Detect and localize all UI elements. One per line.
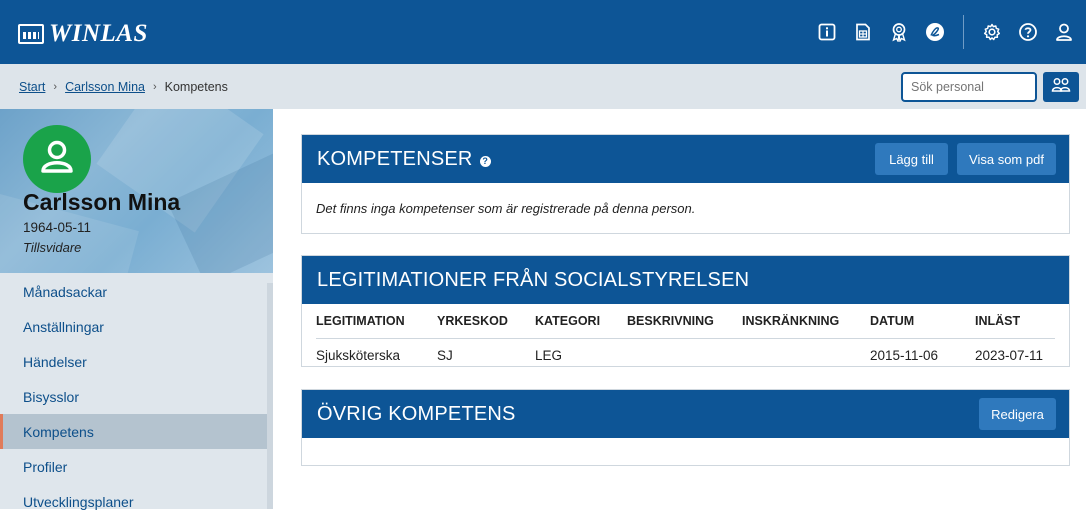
cell-inlast: 2023-07-11 [975, 347, 1044, 363]
people-group-icon [1051, 77, 1071, 98]
column-yrkeskod: YRKESKOD [437, 304, 535, 339]
sidebar-scrollbar[interactable] [267, 283, 273, 509]
sidebar-item-handelser[interactable]: Händelser [0, 344, 267, 379]
ovrig-kompetens-title: ÖVRIG KOMPETENS [317, 402, 516, 425]
top-bar: WINLAS [0, 0, 1086, 64]
cell-inskrankning [742, 338, 870, 372]
profile-birthdate: 1964-05-11 [23, 220, 92, 235]
help-question-icon[interactable]: ? [479, 155, 491, 167]
sidebar-item-manadsackar[interactable]: Månadsackar [0, 274, 267, 309]
info-icon[interactable] [817, 22, 837, 42]
ovrig-kompetens-panel: ÖVRIG KOMPETENS Redigera [301, 389, 1070, 466]
table-row: Sjuksköterska SJ LEG 2015-11-06 2023-07-… [316, 338, 1055, 372]
person-avatar-icon [37, 137, 77, 182]
cell-legitimation: Sjuksköterska [316, 347, 401, 363]
table-header-row: LEGITIMATION YRKESKOD KATEGORI BESKRIVNI… [316, 304, 1055, 339]
column-inlast: INLÄST [975, 304, 1055, 339]
legitimationer-header: LEGITIMATIONER FRÅN SOCIALSTYRELSEN [302, 256, 1069, 304]
breadcrumb-current: Kompetens [164, 80, 228, 94]
settings-gear-icon[interactable] [982, 22, 1002, 42]
breadcrumb-start[interactable]: Start [19, 80, 45, 94]
empty-kompetenser-message: Det finns inga kompetenser som är regist… [316, 201, 696, 216]
column-beskrivning: BESKRIVNING [627, 304, 742, 339]
cell-beskrivning [627, 338, 742, 372]
column-datum: DATUM [870, 304, 975, 339]
column-inskrankning: INSKRÄNKNING [742, 304, 870, 339]
cell-yrkeskod: SJ [437, 347, 453, 363]
sidebar-item-kompetens[interactable]: Kompetens [0, 414, 267, 449]
cell-datum: 2015-11-06 [870, 347, 939, 363]
sidebar-item-anstallningar[interactable]: Anställningar [0, 309, 267, 344]
logo-text: WINLAS [49, 20, 148, 47]
legitimationer-table: LEGITIMATION YRKESKOD KATEGORI BESKRIVNI… [316, 304, 1055, 372]
profile-employment-type: Tillsvidare [23, 240, 82, 255]
avatar [23, 125, 91, 193]
legitimationer-panel: LEGITIMATIONER FRÅN SOCIALSTYRELSEN LEGI… [301, 255, 1070, 367]
app-logo[interactable]: WINLAS [18, 20, 148, 48]
profile-card: Carlsson Mina 1964-05-11 Tillsvidare [0, 109, 273, 273]
calculator-icon[interactable] [853, 22, 873, 42]
toolbar-divider [963, 15, 964, 49]
sidebar: Carlsson Mina 1964-05-11 Tillsvidare Mån… [0, 109, 273, 510]
search-personal-input[interactable] [901, 72, 1037, 102]
column-kategori: KATEGORI [535, 304, 627, 339]
ovrig-kompetens-header: ÖVRIG KOMPETENS Redigera [302, 390, 1069, 438]
sidebar-item-bisysslor[interactable]: Bisysslor [0, 379, 267, 414]
breadcrumb-person[interactable]: Carlsson Mina [65, 80, 145, 94]
help-circle-icon[interactable] [1018, 22, 1038, 42]
logo-mark-icon [18, 24, 44, 44]
add-kompetens-button[interactable]: Lägg till [875, 143, 948, 175]
show-as-pdf-button[interactable]: Visa som pdf [957, 143, 1056, 175]
profile-name: Carlsson Mina [23, 189, 181, 215]
cell-kategori: LEG [535, 347, 563, 363]
person-search-button[interactable] [1043, 72, 1079, 102]
column-legitimation: LEGITIMATION [316, 304, 437, 339]
legitimationer-title: LEGITIMATIONER FRÅN SOCIALSTYRELSEN [317, 268, 750, 291]
breadcrumb-separator-icon: › [53, 81, 58, 93]
signature-icon[interactable] [925, 22, 945, 42]
top-icon-group [809, 0, 1086, 64]
sidebar-item-profiler[interactable]: Profiler [0, 449, 267, 484]
sidebar-item-utvecklingsplaner[interactable]: Utvecklingsplaner [0, 484, 267, 519]
kompetenser-header: KOMPETENSER ? Lägg till Visa som pdf [302, 135, 1069, 183]
user-icon[interactable] [1054, 22, 1074, 42]
kompetenser-panel: KOMPETENSER ? Lägg till Visa som pdf Det… [301, 134, 1070, 234]
edit-button[interactable]: Redigera [979, 398, 1056, 430]
sidebar-nav: Månadsackar Anställningar Händelser Bisy… [0, 274, 267, 519]
kompetenser-title: KOMPETENSER [317, 147, 473, 170]
breadcrumb: Start › Carlsson Mina › Kompetens [19, 80, 228, 94]
breadcrumb-separator-icon: › [152, 81, 157, 93]
award-icon[interactable] [889, 22, 909, 42]
